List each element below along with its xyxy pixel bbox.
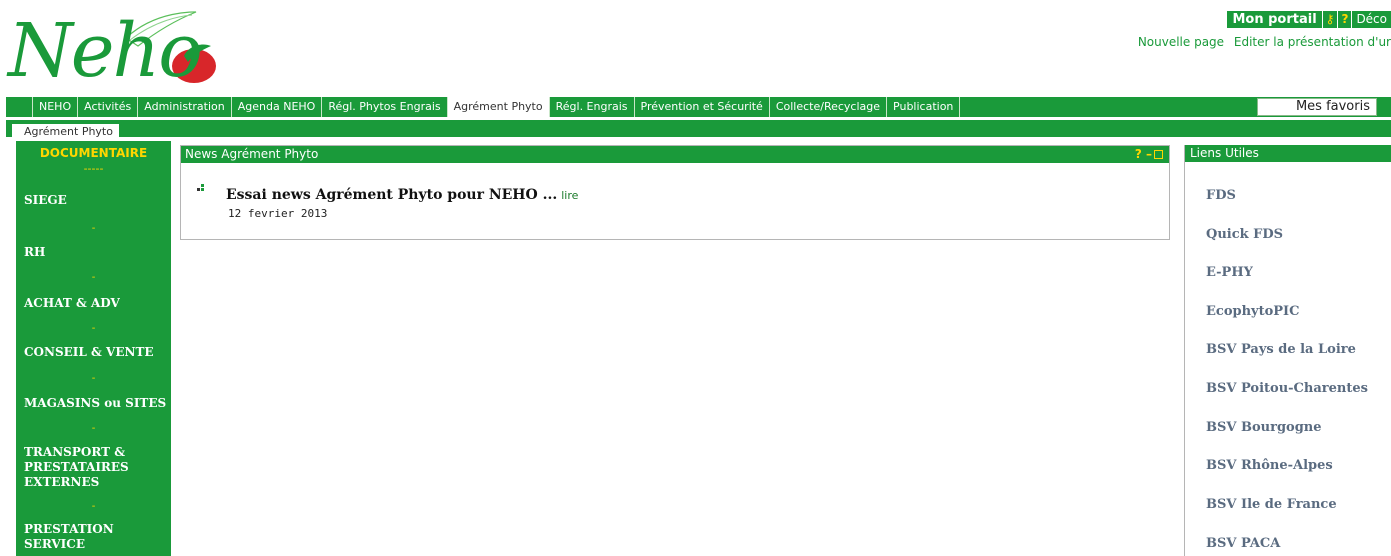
tab-prevention-securite[interactable]: Prévention et Sécurité (635, 97, 770, 117)
logout-link[interactable]: Déco (1351, 10, 1391, 28)
menu-item-prestation-service[interactable]: PRESTATION SERVICE (24, 522, 134, 552)
menu-item-achat-adv[interactable]: ACHAT & ADV (24, 296, 120, 311)
link-e-phy[interactable]: E-PHY (1206, 265, 1253, 280)
menu-separator: - (91, 272, 96, 283)
bullet-icon (197, 184, 204, 191)
left-menu: DOCUMENTAIRE ----- SIEGE - RH - ACHAT & … (16, 141, 171, 556)
tab-publication[interactable]: Publication (887, 97, 961, 117)
neho-logo[interactable]: Neho (6, 6, 246, 96)
tab-neho[interactable]: NEHO (32, 97, 79, 117)
news-panel-title: News Agrément Phyto (185, 147, 319, 161)
link-fds[interactable]: FDS (1206, 188, 1236, 203)
tab-administration[interactable]: Administration (138, 97, 232, 117)
menu-item-conseil-vente[interactable]: CONSEIL & VENTE (24, 345, 154, 360)
new-page-link[interactable]: Nouvelle page (1138, 35, 1224, 49)
link-bsv-poitou-charentes[interactable]: BSV Poitou-Charentes (1206, 381, 1368, 396)
tab-collecte-recyclage[interactable]: Collecte/Recyclage (770, 97, 888, 117)
useful-links-header: Liens Utiles (1185, 145, 1391, 162)
breadcrumb-bar: Agrément Phyto (6, 120, 1391, 140)
menu-title-dashes: ----- (83, 162, 104, 175)
tab-agrement-phyto[interactable]: Agrément Phyto (447, 97, 550, 117)
menu-separator: - (91, 323, 96, 334)
wrench-icon[interactable]: ⚷ (1321, 10, 1338, 28)
menu-item-magasins-sites[interactable]: MAGASINS ou SITES (24, 396, 166, 411)
favorites-select[interactable]: Mes favoris (1257, 98, 1377, 116)
link-bsv-pays-de-la-loire[interactable]: BSV Pays de la Loire (1206, 342, 1356, 357)
news-panel-header: News Agrément Phyto ? – (181, 146, 1169, 163)
read-more-link[interactable]: lire (561, 189, 578, 202)
user-toolbar: Mon portail ⚷ ? Déco (1227, 10, 1391, 28)
logo-text: Neho (8, 8, 203, 94)
panel-help-minimize-icons[interactable]: ? – (1135, 147, 1152, 161)
tab-regl-engrais[interactable]: Régl. Engrais (550, 97, 635, 117)
menu-item-rh[interactable]: RH (24, 245, 45, 260)
panel-controls: ? – (1135, 146, 1163, 163)
link-ecophytopic[interactable]: EcophytoPIC (1206, 304, 1299, 319)
tab-activites[interactable]: Activités (78, 97, 139, 117)
main-nav: NEHO Activités Administration Agenda NEH… (6, 97, 1391, 117)
help-icon[interactable]: ? (1337, 10, 1352, 28)
menu-item-siege[interactable]: SIEGE (24, 193, 67, 208)
useful-links-panel: Liens Utiles FDS Quick FDS E-PHY Ecophyt… (1184, 145, 1391, 556)
menu-separator: - (91, 423, 96, 434)
news-title-text[interactable]: Essai news Agrément Phyto pour NEHO ... (226, 187, 557, 203)
news-panel: News Agrément Phyto ? – Essai news Agrém… (180, 145, 1170, 240)
menu-title[interactable]: DOCUMENTAIRE (16, 141, 171, 162)
tab-regl-phytos-engrais[interactable]: Régl. Phytos Engrais (322, 97, 448, 117)
link-bsv-paca[interactable]: BSV PACA (1206, 536, 1280, 551)
link-bsv-bourgogne[interactable]: BSV Bourgogne (1206, 420, 1322, 435)
news-date: 12 fevrier 2013 (228, 207, 328, 220)
link-quick-fds[interactable]: Quick FDS (1206, 227, 1283, 242)
link-bsv-ile-de-france[interactable]: BSV Ile de France (1206, 497, 1337, 512)
menu-separator: - (91, 501, 96, 512)
breadcrumb[interactable]: Agrément Phyto (12, 124, 119, 140)
menu-item-transport[interactable]: TRANSPORT & PRESTATAIRES EXTERNES (24, 445, 144, 490)
page-actions: Nouvelle page Editer la présentation d'u… (1132, 35, 1391, 49)
my-portal-link[interactable]: Mon portail (1227, 10, 1322, 28)
news-entry-title[interactable]: Essai news Agrément Phyto pour NEHO ... l… (226, 187, 578, 203)
maximize-icon[interactable] (1154, 150, 1163, 159)
edit-presentation-link[interactable]: Editer la présentation d'ur (1234, 35, 1391, 49)
tab-agenda-neho[interactable]: Agenda NEHO (232, 97, 323, 117)
menu-separator: - (91, 373, 96, 384)
menu-separator: - (91, 223, 96, 234)
link-bsv-rhone-alpes[interactable]: BSV Rhône-Alpes (1206, 458, 1333, 473)
